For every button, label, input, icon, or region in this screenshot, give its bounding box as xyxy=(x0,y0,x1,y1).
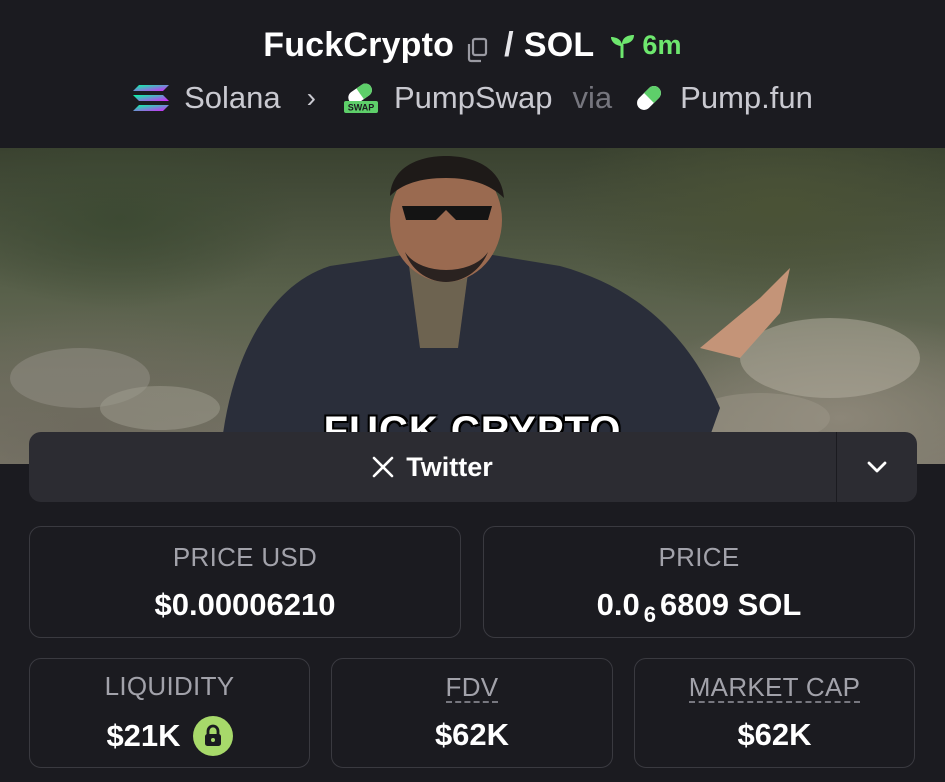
token-name: FuckCrypto xyxy=(263,26,455,64)
pair-header: FuckCrypto / SOL 6m Solana › SWAP PumpSw… xyxy=(0,0,945,148)
social-dropdown-button[interactable] xyxy=(837,432,917,502)
pair-age: 6m xyxy=(608,30,682,61)
pair-title: FuckCrypto / SOL 6m xyxy=(0,26,945,65)
liquidity-value-row: $21K xyxy=(106,715,233,756)
pair-age-value: 6m xyxy=(642,30,682,60)
via-label: via xyxy=(572,80,613,115)
market-cap-label[interactable]: MARKET CAP xyxy=(688,674,861,703)
lock-icon[interactable] xyxy=(192,715,233,756)
pumpfun-pill-icon xyxy=(637,86,662,110)
price-usd-value: $0.00006210 xyxy=(154,586,336,622)
chevron-right-icon: › xyxy=(306,82,316,113)
fdv-card: FDV $62K xyxy=(331,658,613,768)
price-native-zero-count: 6 xyxy=(643,601,657,627)
market-cap-value: $62K xyxy=(737,716,812,752)
liquidity-label: LIQUIDITY xyxy=(104,670,235,701)
price-usd-card: PRICE USD $0.00006210 xyxy=(29,526,461,638)
price-native-label: PRICE xyxy=(658,541,740,572)
chain-link[interactable]: Solana xyxy=(184,80,281,116)
copy-icon[interactable] xyxy=(466,33,488,62)
price-native-card: PRICE 0.0 6 6809 SOL xyxy=(483,526,915,638)
pumpswap-pill-icon: SWAP xyxy=(343,83,378,113)
breadcrumb: Solana › SWAP PumpSwap via Pump.fun xyxy=(0,80,945,116)
liquidity-card: LIQUIDITY $21K xyxy=(29,658,310,768)
liquidity-value: $21K xyxy=(106,717,181,753)
price-native-value: 0.0 6 6809 SOL xyxy=(596,586,802,627)
price-usd-label: PRICE USD xyxy=(172,541,318,572)
market-cap-card: MARKET CAP $62K xyxy=(634,658,915,768)
fdv-label[interactable]: FDV xyxy=(445,674,499,703)
twitter-label: Twitter xyxy=(406,451,493,482)
price-native-suffix: 6809 SOL xyxy=(660,586,802,622)
twitter-link[interactable]: Twitter xyxy=(29,432,836,502)
dex-link[interactable]: PumpSwap xyxy=(394,80,553,116)
x-logo-icon xyxy=(372,456,394,478)
chevron-down-icon xyxy=(867,461,887,473)
fdv-value: $62K xyxy=(434,716,510,752)
price-native-prefix: 0.0 xyxy=(596,586,640,622)
pair-separator: / xyxy=(504,26,514,64)
swap-badge-text: SWAP xyxy=(348,103,375,113)
quote-token: SOL xyxy=(523,26,595,64)
social-links-bar: Twitter xyxy=(29,432,917,502)
solana-logo-icon xyxy=(133,85,170,111)
seedling-icon xyxy=(611,34,635,58)
token-banner-image: FUCK CRYPTO xyxy=(0,148,945,464)
launchpad-link[interactable]: Pump.fun xyxy=(680,80,813,116)
